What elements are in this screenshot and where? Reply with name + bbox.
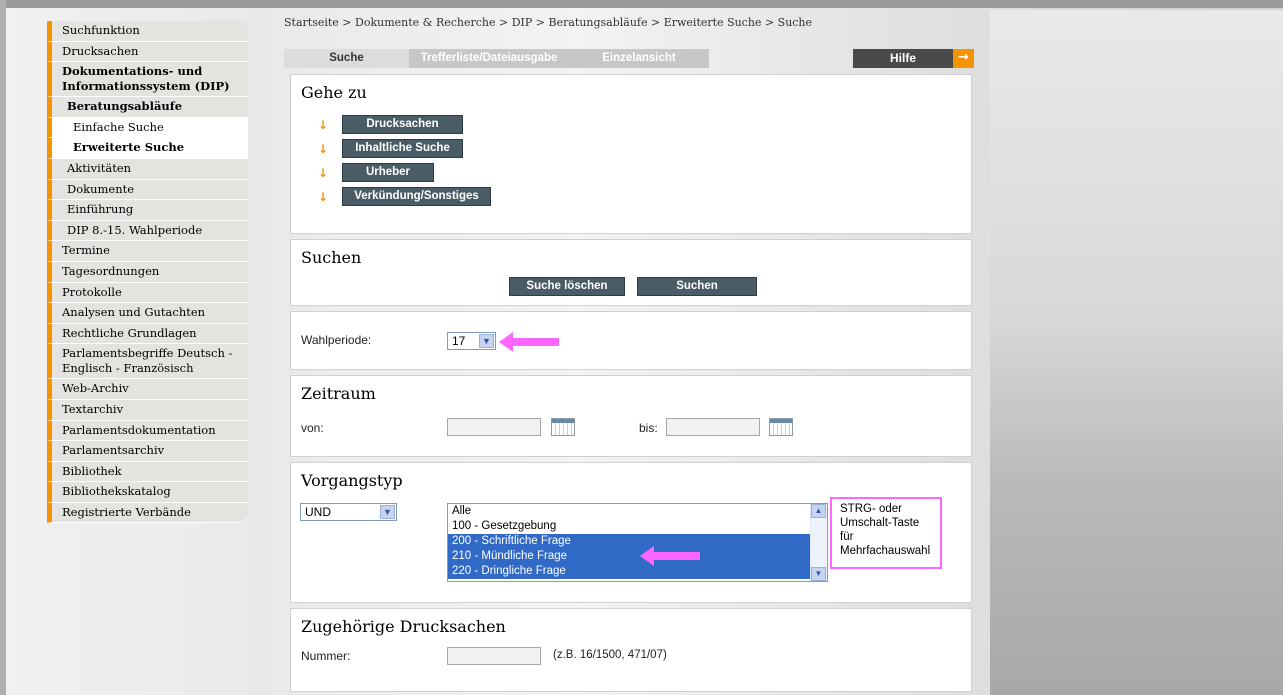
sidebar-item-beratungsablaeufe[interactable]: Beratungsabläufe (47, 97, 248, 118)
sidebar-item-dip[interactable]: Dokumentations- und Informationssystem (… (47, 62, 248, 98)
sidebar-item-aktivitaeten[interactable]: Aktivitäten (47, 158, 248, 180)
sidebar-item-suchfunktion[interactable]: Suchfunktion (47, 21, 248, 42)
chevron-down-icon[interactable]: ▼ (479, 334, 494, 348)
sidebar-item-parlamentsarchiv[interactable]: Parlamentsarchiv (47, 441, 248, 462)
list-item[interactable]: 210 - Mündliche Frage (448, 549, 827, 564)
panel-zugehoerige-drucksachen: Zugehörige Drucksachen Nummer: (z.B. 16/… (290, 608, 972, 692)
list-item[interactable]: 100 - Gesetzgebung (448, 519, 827, 534)
panel-wahlperiode: Wahlperiode: 17 ▼ (290, 311, 972, 370)
sidebar-item-dip-8-15[interactable]: DIP 8.-15. Wahlperiode (47, 220, 248, 242)
arrow-down-icon: ↓ (318, 118, 329, 132)
nummer-label: Nummer: (301, 649, 351, 663)
sidebar-item-parlamentsbegriffe[interactable]: Parlamentsbegriffe Deutsch - Englisch - … (47, 344, 248, 380)
nummer-example: (z.B. 16/1500, 471/07) (553, 649, 667, 661)
goto-inhaltliche-suche-button[interactable]: Inhaltliche Suche (342, 139, 463, 158)
nummer-input[interactable] (447, 647, 541, 665)
wahlperiode-value: 17 (452, 334, 466, 348)
goto-urheber-button[interactable]: Urheber (342, 163, 434, 182)
bis-label: bis: (639, 421, 658, 435)
panel-title-vorgangstyp: Vorgangstyp (301, 471, 403, 490)
vorgangstyp-listbox[interactable]: Alle 100 - Gesetzgebung 200 - Schriftlic… (447, 503, 828, 582)
decorative-photo (990, 10, 1283, 695)
sidebar-item-einfuehrung[interactable]: Einführung (47, 200, 248, 221)
arrow-down-icon: ↓ (318, 142, 329, 156)
chevron-down-icon[interactable]: ▼ (380, 505, 395, 519)
list-item[interactable]: Alle (448, 504, 827, 519)
window-frame-left (0, 0, 6, 695)
operator-value: UND (305, 505, 331, 519)
panel-title-suchen: Suchen (301, 248, 362, 267)
von-label: von: (301, 421, 324, 435)
von-date-field[interactable] (447, 418, 541, 436)
panel-suchen: Suchen Suche löschen Suchen (290, 239, 972, 306)
wahlperiode-select[interactable]: 17 ▼ (447, 332, 496, 350)
sidebar-item-protokolle[interactable]: Protokolle (47, 282, 248, 304)
sidebar-item-tagesordnungen[interactable]: Tagesordnungen (47, 261, 248, 283)
goto-verkuendung-button[interactable]: Verkündung/Sonstiges (342, 187, 491, 206)
listbox-scrollbar[interactable]: ▲ ▼ (810, 504, 827, 581)
list-item[interactable]: 220 - Dringliche Frage (448, 564, 827, 579)
panel-title-zeitraum: Zeitraum (301, 384, 376, 403)
sidebar-item-bibliothek[interactable]: Bibliothek (47, 461, 248, 483)
window-frame-top (0, 0, 1283, 8)
tab-trefferliste[interactable]: Trefferliste/Dateiausgabe (409, 49, 569, 68)
sidebar-item-web-archiv[interactable]: Web-Archiv (47, 379, 248, 400)
calendar-icon[interactable] (769, 418, 793, 436)
wahlperiode-label: Wahlperiode: (301, 333, 372, 347)
sidebar-item-parlamentsdokumentation[interactable]: Parlamentsdokumentation (47, 420, 248, 442)
panel-title-drucksachen: Zugehörige Drucksachen (301, 617, 506, 636)
sidebar-item-rechtliche-grundlagen[interactable]: Rechtliche Grundlagen (47, 323, 248, 345)
sidebar-item-registrierte-verbaende[interactable]: Registrierte Verbände (47, 502, 248, 524)
scroll-down-icon[interactable]: ▼ (811, 567, 826, 581)
breadcrumb: Startseite > Dokumente & Recherche > DIP… (284, 16, 813, 29)
panel-gehe-zu: Gehe zu ↓ Drucksachen ↓ Inhaltliche Such… (290, 74, 972, 234)
sidebar-item-analysen[interactable]: Analysen und Gutachten (47, 303, 248, 324)
scroll-up-icon[interactable]: ▲ (811, 504, 826, 518)
tab-suche[interactable]: Suche (284, 49, 409, 68)
goto-drucksachen-button[interactable]: Drucksachen (342, 115, 463, 134)
bis-date-field[interactable] (666, 418, 760, 436)
panel-title-gehe-zu: Gehe zu (301, 83, 367, 102)
list-item[interactable]: 200 - Schriftliche Frage (448, 534, 827, 549)
sidebar-item-termine[interactable]: Termine (47, 241, 248, 262)
tab-einzelansicht[interactable]: Einzelansicht (569, 49, 709, 68)
operator-select[interactable]: UND ▼ (300, 503, 397, 521)
sidebar-item-einfache-suche[interactable]: Einfache Suche (47, 117, 248, 139)
pink-pointer-arrow-icon (640, 546, 700, 566)
sidebar-item-erweiterte-suche[interactable]: Erweiterte Suche (47, 138, 248, 159)
arrow-down-icon: ↓ (318, 166, 329, 180)
sidebar-item-drucksachen[interactable]: Drucksachen (47, 41, 248, 63)
sidebar-item-dokumente[interactable]: Dokumente (47, 179, 248, 201)
sidebar-item-textarchiv[interactable]: Textarchiv (47, 399, 248, 421)
arrow-right-icon[interactable]: → (953, 49, 974, 68)
arrow-down-icon: ↓ (318, 190, 329, 204)
calendar-icon[interactable] (551, 418, 575, 436)
sidebar-item-bibliothekskatalog[interactable]: Bibliothekskatalog (47, 482, 248, 503)
help-button[interactable]: Hilfe (853, 49, 953, 68)
sidebar-nav: Suchfunktion Drucksachen Dokumentations-… (47, 21, 248, 524)
search-button[interactable]: Suchen (637, 277, 757, 296)
pink-pointer-arrow-icon (499, 332, 559, 352)
multiselect-hint: STRG- oder Umschalt-Taste für Mehrfachau… (830, 497, 942, 569)
panel-zeitraum: Zeitraum von: bis: (290, 375, 972, 457)
clear-search-button[interactable]: Suche löschen (509, 277, 625, 296)
